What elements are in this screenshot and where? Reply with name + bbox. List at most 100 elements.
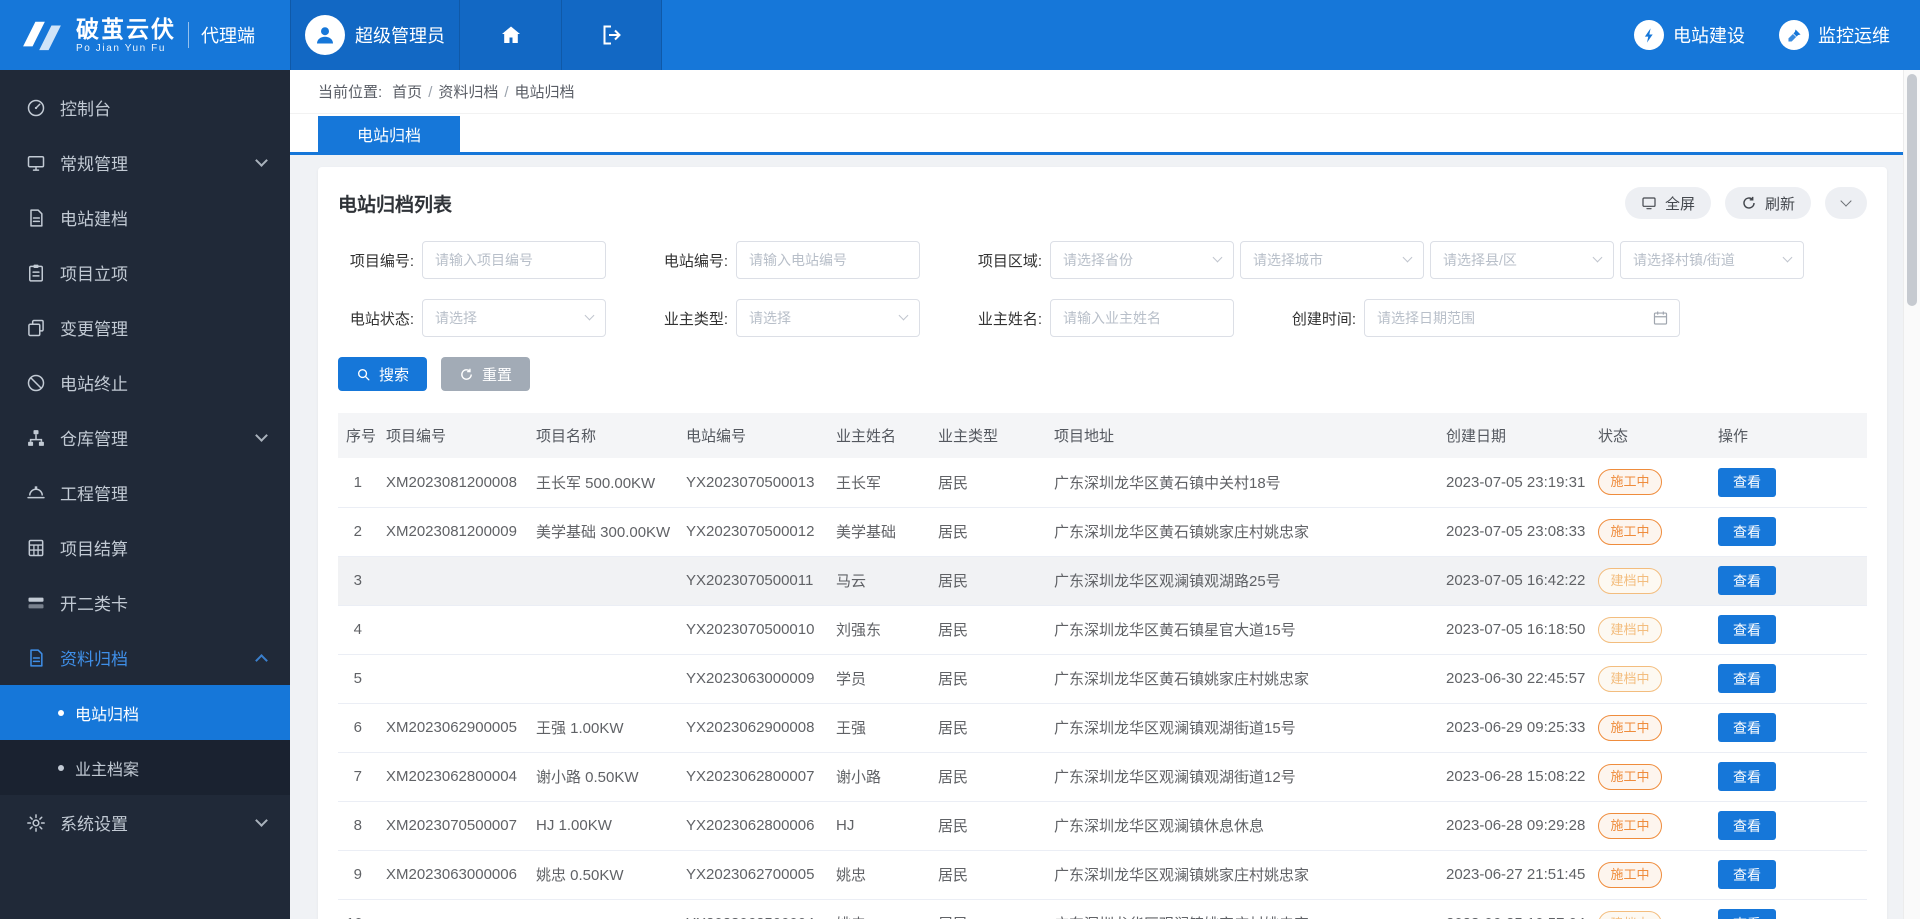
fullscreen-button[interactable]: 全屏 (1625, 187, 1711, 219)
submenu-data-archive: 电站归档业主档案 (0, 685, 290, 795)
cell-owner_type: 居民 (930, 654, 1046, 703)
cell-address: 广东深圳龙华区观澜镇观湖街道12号 (1046, 752, 1438, 801)
cell-status: 建档中 (1590, 556, 1710, 605)
input-wrap-create-time (1364, 299, 1680, 337)
cell-address: 广东深圳龙华区观澜镇观湖街道15号 (1046, 703, 1438, 752)
sidebar-subitem-owner-files[interactable]: 业主档案 (0, 740, 290, 795)
sidebar-item-type2-card[interactable]: 开二类卡 (0, 575, 290, 630)
column-header-station_no: 电站编号 (678, 413, 828, 458)
brand-title: 破茧云伏 (76, 16, 176, 42)
tab-station-archive[interactable]: 电站归档 (318, 116, 460, 152)
owner-type-select[interactable]: 请选择 (736, 299, 920, 337)
reset-button[interactable]: 重置 (441, 357, 530, 391)
sidebar-item-engineering-management[interactable]: 工程管理 (0, 465, 290, 520)
project-region-3-select[interactable]: 请选择村镇/街道 (1620, 241, 1804, 279)
chevron-down-icon (1213, 253, 1223, 263)
cell-station_no: YX2023062800007 (678, 752, 828, 801)
panel-head: 电站归档列表 全屏 刷新 (338, 187, 1867, 219)
project-region-1-select[interactable]: 请选择城市 (1240, 241, 1424, 279)
station-status-select[interactable]: 请选择 (422, 299, 606, 337)
sidebar-item-label: 项目结算 (60, 535, 266, 560)
bullet-icon (58, 710, 64, 716)
status-badge: 建档中 (1598, 568, 1662, 594)
view-button[interactable]: 查看 (1718, 762, 1776, 791)
filter-label: 业主类型: (652, 308, 728, 329)
search-button[interactable]: 搜索 (338, 357, 427, 391)
breadcrumb-item[interactable]: 资料归档 (438, 84, 498, 101)
dashboard-icon (26, 98, 46, 118)
header-action-monitor-ops[interactable]: 监控运维 (1779, 20, 1890, 50)
panel-toolbar: 全屏 刷新 (1625, 187, 1867, 219)
select-placeholder: 请选择县/区 (1443, 250, 1517, 270)
input-wrap-station-no (736, 241, 920, 279)
sidebar-item-change-management[interactable]: 变更管理 (0, 300, 290, 355)
view-button[interactable]: 查看 (1718, 566, 1776, 595)
filter-label: 业主姓名: (966, 308, 1042, 329)
home-button[interactable] (460, 0, 562, 70)
project-region-0-select[interactable]: 请选择省份 (1050, 241, 1234, 279)
sidebar-item-system-settings[interactable]: 系统设置 (0, 795, 290, 850)
cell-index: 3 (338, 556, 378, 605)
cell-project_name: 谢小路 0.50KW (528, 752, 678, 801)
view-button[interactable]: 查看 (1718, 615, 1776, 644)
cell-action: 查看 (1710, 703, 1867, 752)
user-name: 超级管理员 (355, 22, 445, 48)
sidebar-item-warehouse-management[interactable]: 仓库管理 (0, 410, 290, 465)
project-region-2-select[interactable]: 请选择县/区 (1430, 241, 1614, 279)
cell-project_no (378, 556, 528, 605)
scrollbar-thumb[interactable] (1907, 74, 1917, 306)
create-time-input[interactable] (1364, 299, 1680, 337)
cell-address: 广东深圳龙华区观澜镇休息休息 (1046, 801, 1438, 850)
refresh-button[interactable]: 刷新 (1725, 187, 1811, 219)
view-button[interactable]: 查看 (1718, 909, 1776, 919)
cell-created_at: 2023-06-28 15:08:22 (1438, 752, 1590, 801)
table-row: 3YX2023070500011马云居民广东深圳龙华区观澜镇观湖路25号2023… (338, 556, 1867, 605)
cell-project_no (378, 654, 528, 703)
sidebar-item-data-archive[interactable]: 资料归档 (0, 630, 290, 685)
sidebar-item-general-management[interactable]: 常规管理 (0, 135, 290, 190)
sidebar-item-console[interactable]: 控制台 (0, 80, 290, 135)
collapse-button[interactable] (1825, 187, 1867, 219)
cell-action: 查看 (1710, 556, 1867, 605)
archive-table: 序号项目编号项目名称电站编号业主姓名业主类型项目地址创建日期状态操作 1XM20… (338, 413, 1867, 919)
cell-owner_type: 居民 (930, 899, 1046, 919)
sidebar-subitem-station-archive[interactable]: 电站归档 (0, 685, 290, 740)
sidebar-subitem-label: 电站归档 (75, 701, 139, 725)
owner-name-input[interactable] (1050, 299, 1234, 337)
sidebar-item-project-settlement[interactable]: 项目结算 (0, 520, 290, 575)
user-menu[interactable]: 超级管理员 (290, 0, 460, 70)
round-icon (1634, 20, 1664, 50)
sidebar-item-project-initiation[interactable]: 项目立项 (0, 245, 290, 300)
cell-address: 广东深圳龙华区观澜镇观湖路25号 (1046, 556, 1438, 605)
cell-index: 4 (338, 605, 378, 654)
card-icon (26, 593, 46, 613)
select-placeholder: 请选择城市 (1253, 250, 1323, 270)
station-no-input[interactable] (736, 241, 920, 279)
project-no-input[interactable] (422, 241, 606, 279)
view-button[interactable]: 查看 (1718, 811, 1776, 840)
view-button[interactable]: 查看 (1718, 860, 1776, 889)
column-header-project_no: 项目编号 (378, 413, 528, 458)
sidebar-item-station-termination[interactable]: 电站终止 (0, 355, 290, 410)
cell-action: 查看 (1710, 801, 1867, 850)
logout-button[interactable] (562, 0, 662, 70)
view-button[interactable]: 查看 (1718, 468, 1776, 497)
status-badge: 施工中 (1598, 764, 1662, 790)
header-action-station-build[interactable]: 电站建设 (1634, 20, 1745, 50)
cell-action: 查看 (1710, 654, 1867, 703)
breadcrumb-item[interactable]: 首页 (392, 84, 422, 101)
view-button[interactable]: 查看 (1718, 664, 1776, 693)
table-header-row: 序号项目编号项目名称电站编号业主姓名业主类型项目地址创建日期状态操作 (338, 413, 1867, 458)
table-row: 8XM2023070500007HJ 1.00KWYX2023062800006… (338, 801, 1867, 850)
calculator-icon (26, 538, 46, 558)
view-button[interactable]: 查看 (1718, 517, 1776, 546)
cell-address: 广东深圳龙华区黄石镇中关村18号 (1046, 458, 1438, 507)
page-scrollbar[interactable] (1903, 70, 1920, 919)
status-badge: 建档中 (1598, 617, 1662, 643)
view-button[interactable]: 查看 (1718, 713, 1776, 742)
select-placeholder: 请选择 (435, 308, 477, 328)
sidebar-item-station-filing[interactable]: 电站建档 (0, 190, 290, 245)
archive-list-panel: 电站归档列表 全屏 刷新 项目编号:电站编号:项目区域:请选择省份请选择城市请选… (318, 167, 1887, 919)
fullscreen-label: 全屏 (1665, 193, 1695, 214)
column-header-index: 序号 (338, 413, 378, 458)
